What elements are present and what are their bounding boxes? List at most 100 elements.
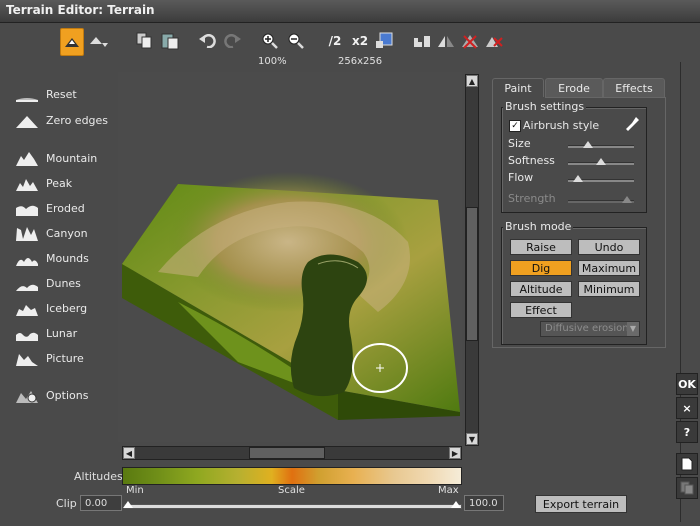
clip-min-field[interactable]: 0.00: [80, 495, 122, 511]
airbrush-checkbox[interactable]: ✓: [509, 120, 521, 132]
flatten-button[interactable]: [412, 28, 432, 54]
menu-item-mountain[interactable]: Mountain: [16, 148, 97, 168]
horizontal-scrollbar[interactable]: ◀ ▶: [122, 446, 462, 460]
brush-settings-title: Brush settings: [503, 100, 587, 113]
strength-label: Strength: [508, 192, 556, 205]
menu-label: Options: [46, 388, 89, 402]
copy-button[interactable]: [134, 28, 154, 54]
strength-slider: [568, 196, 634, 203]
menu-item-lunar[interactable]: Lunar: [16, 323, 77, 343]
softness-slider-knob[interactable]: [596, 158, 606, 165]
invert-button[interactable]: [460, 28, 480, 54]
zoom-out-button[interactable]: [286, 28, 306, 54]
zoom-level: 100%: [258, 56, 287, 67]
mirror-button[interactable]: [436, 28, 456, 54]
airbrush-label: Airbrush style: [523, 119, 600, 132]
export-terrain-button[interactable]: Export terrain: [535, 495, 627, 513]
flow-label: Flow: [508, 171, 534, 184]
title-bar: Terrain Editor: Terrain: [0, 0, 700, 23]
new-document-button[interactable]: [676, 453, 698, 475]
altitude-color-gradient[interactable]: [122, 467, 462, 485]
resize-icon: [376, 32, 393, 48]
clip-max-field[interactable]: 100.0: [464, 495, 504, 511]
export-label: Export terrain: [542, 497, 620, 511]
document-icon: [681, 457, 693, 471]
altitude-button[interactable]: Altitude: [510, 281, 572, 297]
clear-button[interactable]: [484, 28, 504, 54]
help-icon: ?: [683, 425, 691, 439]
horizontal-scroll-thumb[interactable]: [249, 447, 325, 459]
help-button[interactable]: ?: [676, 421, 698, 443]
clip-range-slider[interactable]: [123, 501, 462, 509]
lower-tool-button[interactable]: [88, 28, 110, 54]
flow-slider-knob[interactable]: [572, 175, 583, 182]
terrain-up-icon: [65, 38, 79, 47]
menu-item-canyon[interactable]: Canyon: [16, 223, 88, 243]
airbrush-icon: [624, 115, 640, 131]
zoom-in-button[interactable]: [260, 28, 280, 54]
menu-item-zero-edges[interactable]: Zero edges: [16, 110, 108, 130]
tab-effects[interactable]: Effects: [603, 78, 665, 98]
scroll-right-button[interactable]: ▶: [449, 447, 461, 459]
redo-button[interactable]: [222, 28, 242, 54]
dig-button[interactable]: Dig: [510, 260, 572, 276]
tab-paint[interactable]: Paint: [492, 78, 544, 97]
terrain-size: 256x256: [338, 56, 383, 67]
effect-button[interactable]: Effect: [510, 302, 572, 318]
effect-label: Effect: [525, 303, 557, 317]
terrain-preview: [122, 172, 460, 420]
altitude-label: Altitude: [519, 282, 563, 296]
menu-label: Eroded: [46, 201, 85, 215]
menu-item-options[interactable]: Options: [16, 385, 88, 405]
menu-item-eroded[interactable]: Eroded: [16, 198, 85, 218]
raise-tool-button[interactable]: [60, 28, 84, 56]
double-size-button[interactable]: x2: [350, 28, 370, 54]
altitude-min-label: Min: [126, 485, 144, 496]
resize-button[interactable]: [374, 28, 394, 54]
size-label: Size: [508, 137, 531, 150]
softness-slider[interactable]: [568, 158, 634, 165]
paste-icon: [161, 33, 179, 50]
flat-icon: [16, 86, 40, 102]
paste-button[interactable]: [160, 28, 180, 54]
altitude-scale-label: Scale: [278, 485, 305, 496]
clip-max-knob[interactable]: [451, 501, 461, 508]
menu-label: Zero edges: [46, 113, 109, 127]
clip-min-knob[interactable]: [123, 501, 133, 508]
minimum-button[interactable]: Minimum: [578, 281, 640, 297]
ok-button[interactable]: OK: [676, 373, 698, 395]
chevron-down-icon: ▼: [627, 322, 639, 336]
menu-label: Mountain: [46, 151, 98, 165]
window-title: Terrain Editor: Terrain: [6, 3, 155, 17]
undo-mode-button[interactable]: Undo: [578, 239, 640, 255]
copy-document-button[interactable]: [676, 477, 698, 499]
ok-label: OK: [678, 377, 696, 391]
tab-label: Erode: [558, 81, 590, 95]
picture-icon: [16, 350, 40, 366]
menu-item-peak[interactable]: Peak: [16, 173, 72, 193]
halve-size-button[interactable]: /2: [324, 28, 346, 54]
maximum-button[interactable]: Maximum: [578, 260, 640, 276]
terrain-viewport[interactable]: [118, 72, 462, 442]
copy-document-icon: [680, 481, 694, 495]
zoom-in-icon: [262, 33, 278, 49]
effect-type-select: Diffusive erosion ▼: [540, 321, 640, 337]
close-button[interactable]: ×: [676, 397, 698, 419]
zoom-out-icon: [288, 33, 304, 49]
clip-min-value: 0.00: [85, 497, 108, 509]
menu-label: Mounds: [46, 251, 89, 265]
lunar-icon: [16, 325, 40, 341]
flow-slider[interactable]: [568, 175, 634, 182]
menu-item-mounds[interactable]: Mounds: [16, 248, 89, 268]
tab-erode[interactable]: Erode: [545, 78, 603, 98]
menu-item-reset[interactable]: Reset: [16, 84, 77, 104]
size-slider-knob[interactable]: [582, 141, 593, 148]
double-label: x2: [351, 34, 369, 48]
scroll-left-button[interactable]: ◀: [123, 447, 135, 459]
menu-item-dunes[interactable]: Dunes: [16, 273, 81, 293]
raise-button[interactable]: Raise: [510, 239, 572, 255]
size-slider[interactable]: [568, 141, 634, 148]
menu-item-picture[interactable]: Picture: [16, 348, 84, 368]
undo-button[interactable]: [198, 28, 218, 54]
menu-item-iceberg[interactable]: Iceberg: [16, 298, 87, 318]
